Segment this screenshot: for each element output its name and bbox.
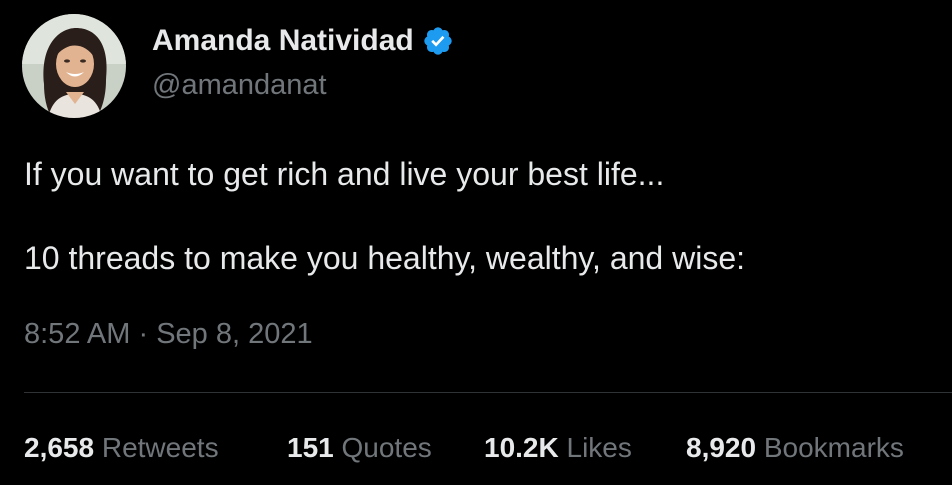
tweet-card: Amanda Natividad @amandanat If you want … xyxy=(0,0,952,485)
tweet-timestamp: 8:52 AM · Sep 8, 2021 xyxy=(24,318,313,351)
bookmarks-count: 8,920 xyxy=(686,432,757,463)
author-name-text: Amanda Natividad xyxy=(152,24,414,57)
timestamp-separator: · xyxy=(138,318,149,350)
retweets-count: 2,658 xyxy=(24,432,95,463)
avatar[interactable] xyxy=(22,14,126,118)
tweet-date[interactable]: Sep 8, 2021 xyxy=(156,318,312,350)
author-display-name[interactable]: Amanda Natividad xyxy=(152,24,454,58)
verified-badge-icon[interactable] xyxy=(422,25,454,57)
retweets-stat[interactable]: 2,658 Retweets xyxy=(24,432,219,464)
verified-badge-svg xyxy=(424,27,452,55)
stats-divider xyxy=(24,392,952,393)
avatar-photo xyxy=(22,14,126,118)
quotes-stat[interactable]: 151 Quotes xyxy=(287,432,432,464)
tweet-stats-bar: 2,658 Retweets 151 Quotes 10.2K Likes 8,… xyxy=(0,432,952,472)
likes-stat[interactable]: 10.2K Likes xyxy=(484,432,632,464)
bookmarks-stat[interactable]: 8,920 Bookmarks xyxy=(686,432,904,464)
tweet-text-line-1: If you want to get rich and live your be… xyxy=(24,156,665,192)
author-handle[interactable]: @amandanat xyxy=(152,69,327,102)
bookmarks-label: Bookmarks xyxy=(763,432,904,463)
tweet-time[interactable]: 8:52 AM xyxy=(24,318,130,350)
quotes-count: 151 xyxy=(287,432,334,463)
retweets-label: Retweets xyxy=(101,432,219,463)
likes-label: Likes xyxy=(566,432,632,463)
likes-count: 10.2K xyxy=(484,432,559,463)
quotes-label: Quotes xyxy=(341,432,432,463)
tweet-text-line-2: 10 threads to make you healthy, wealthy,… xyxy=(24,240,745,276)
